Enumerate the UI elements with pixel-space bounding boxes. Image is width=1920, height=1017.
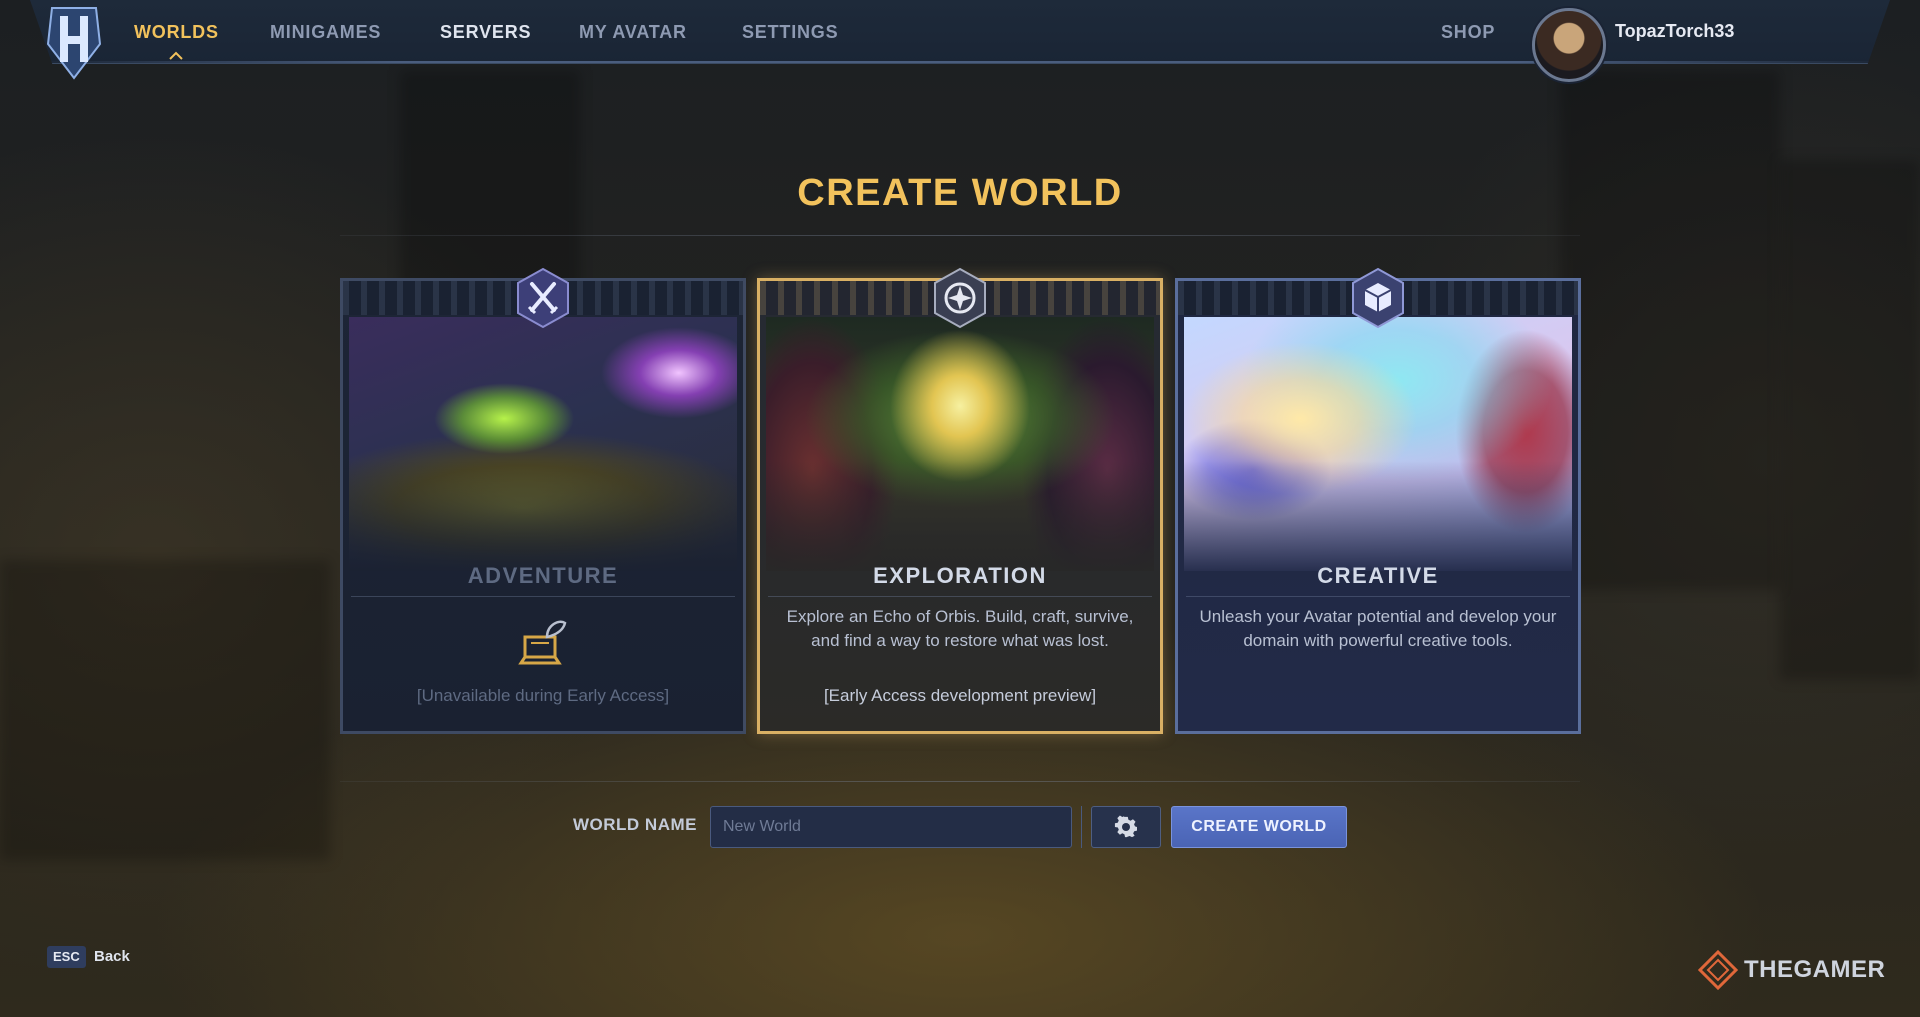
create-world-button[interactable]: CREATE WORLD [1171,806,1347,848]
card-divider [1186,596,1570,597]
unavailable-icon [518,620,567,665]
world-settings-button[interactable] [1091,806,1161,848]
background-cliff [0,560,330,860]
avatar[interactable] [1532,8,1606,82]
card-note: [Unavailable during Early Access] [416,686,670,705]
gear-icon [1114,815,1137,838]
exploration-artwork [766,317,1154,571]
card-divider [351,596,735,597]
card-divider [768,596,1152,597]
card-exploration[interactable]: EXPLORATION Explore an Echo of Orbis. Bu… [757,267,1163,734]
nav-minigames[interactable]: MINIGAMES [270,22,381,43]
background-tower [1560,70,1780,590]
form-separator [1081,806,1082,848]
card-title: ADVENTURE [467,563,619,588]
creative-artwork [1184,317,1572,571]
card-description: Explore an Echo of Orbis. Build, craft, … [786,607,1134,650]
thegamer-logo-icon [1698,950,1738,990]
username[interactable]: TopazTorch33 [1615,21,1734,42]
esc-key-hint[interactable]: ESC [47,946,86,968]
world-name-label: WORLD NAME [573,815,697,834]
hytale-logo[interactable] [46,4,102,80]
nav-shop[interactable]: SHOP [1441,22,1495,43]
card-description: Unleash your Avatar potential and develo… [1199,607,1557,650]
form-divider [340,781,1580,782]
watermark-text: THEGAMER [1744,956,1886,983]
logo-icon [46,7,102,80]
cube-icon [1352,267,1404,329]
watermark: THEGAMER [1698,950,1885,990]
adventure-artwork [349,317,737,571]
nav-servers[interactable]: SERVERS [440,22,531,43]
compass-icon [934,267,986,329]
nav-settings[interactable]: SETTINGS [742,22,838,43]
card-note: [Early Access development preview] [823,686,1097,705]
nav-worlds[interactable]: WORLDS [134,22,219,43]
background-tower [1780,160,1920,680]
card-title: CREATIVE [1317,563,1439,588]
card-adventure[interactable]: ADVENTURE [Unavailable during Early Acce… [340,267,746,734]
page-title: CREATE WORLD [797,172,1123,214]
title-divider [340,235,1580,236]
crossed-swords-icon [517,267,569,329]
card-creative[interactable]: CREATIVE Unleash your Avatar potential a… [1175,267,1581,734]
active-caret-icon [169,51,183,60]
world-name-input[interactable] [710,806,1072,848]
nav-my-avatar[interactable]: MY AVATAR [579,22,687,43]
back-label[interactable]: Back [94,948,130,965]
card-title: EXPLORATION [873,563,1047,588]
